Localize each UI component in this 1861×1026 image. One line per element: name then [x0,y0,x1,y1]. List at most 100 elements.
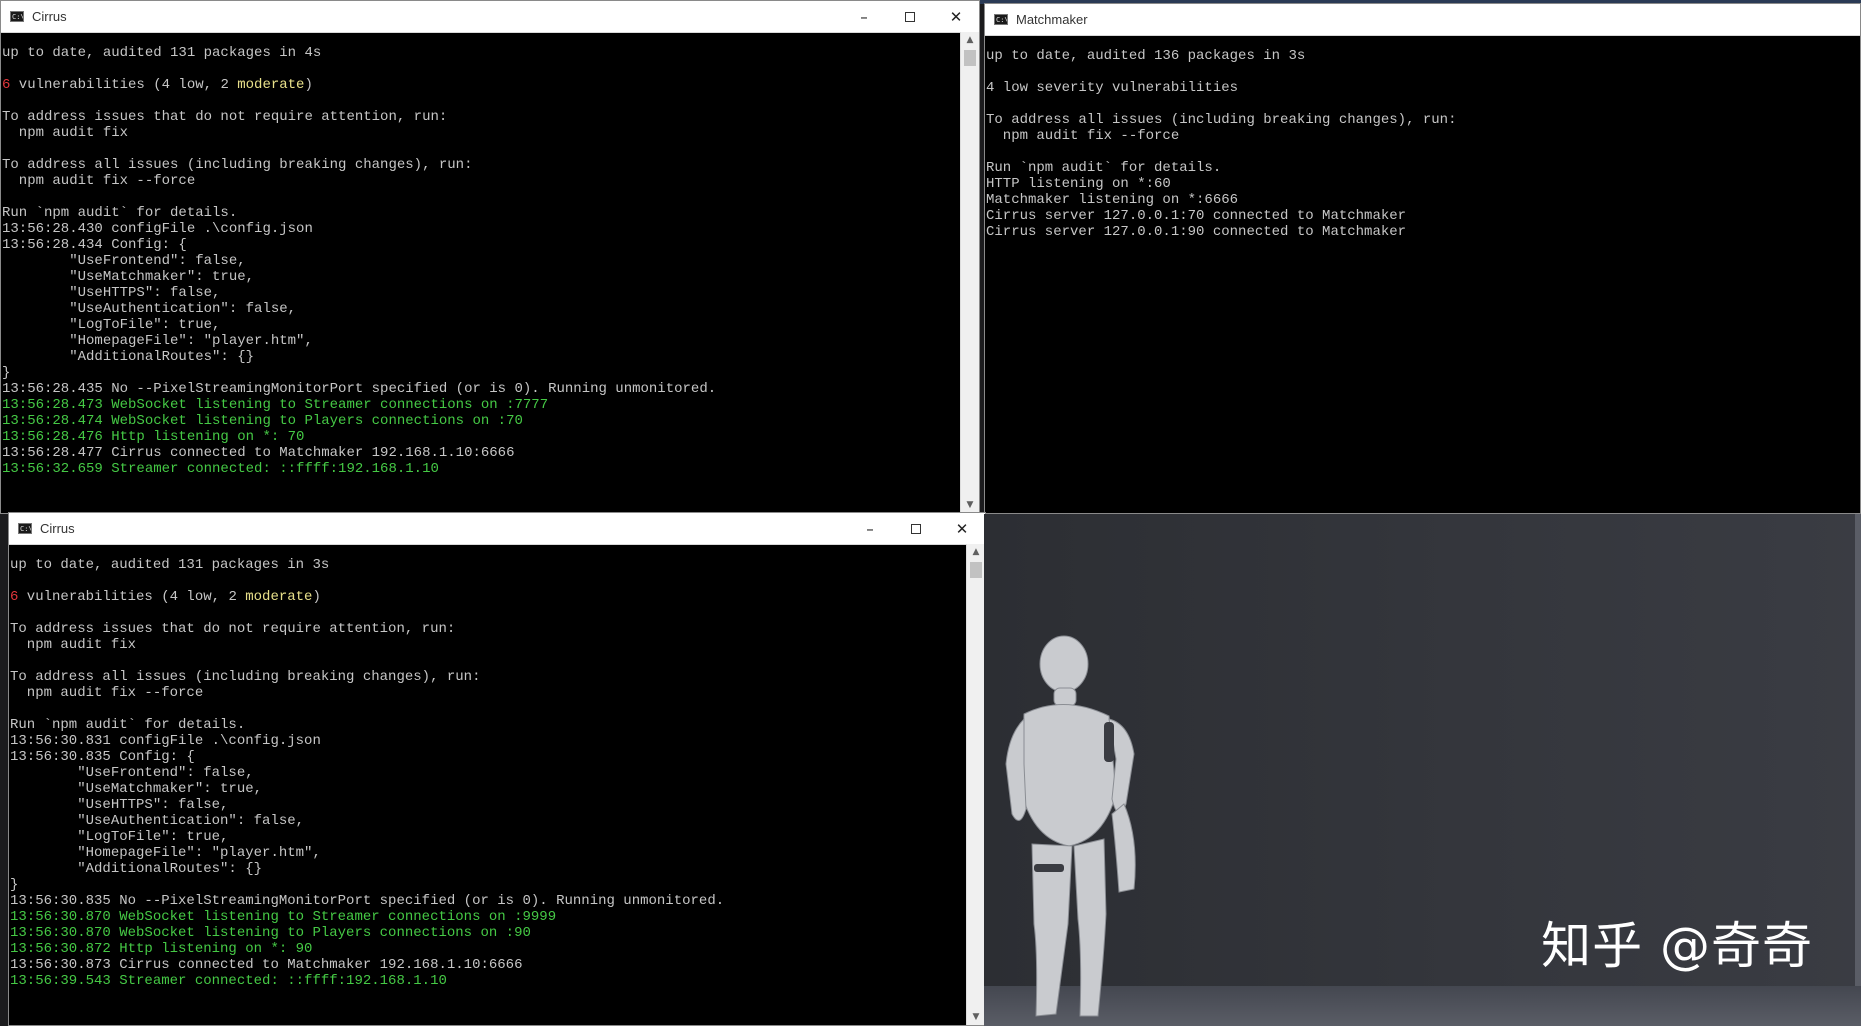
console-line: HTTP listening on *:60 [986,176,1171,192]
console-line: 13:56:30.872 Http listening on *: 90 [10,941,313,957]
minimize-button[interactable]: – [841,1,887,32]
console-line: "AdditionalRoutes": {} [2,349,255,365]
console-line: 13:56:30.870 WebSocket listening to Stre… [10,909,557,925]
console-line: 13:56:39.543 Streamer connected: ::ffff:… [10,973,447,989]
console-line: Cirrus server 127.0.0.1:90 connected to … [986,224,1407,240]
console-text-segment: moderate [245,589,313,605]
console-line: 13:56:30.831 configFile .\config.json [10,733,321,749]
close-button[interactable]: ✕ [933,1,979,32]
cmd-icon: C:\ [18,523,32,534]
console-line: Run `npm audit` for details. [10,717,246,733]
matchmaker-window[interactable]: C:\ Matchmaker up to date, audited 136 p… [984,3,1861,514]
console-line: 13:56:32.659 Streamer connected: ::ffff:… [2,461,439,477]
close-button[interactable]: ✕ [939,513,985,544]
console-output[interactable]: up to date, audited 131 packages in 4s 6 … [1,32,961,513]
console-output[interactable]: up to date, audited 131 packages in 3s 6 … [9,544,967,1025]
console-line: 4 low severity vulnerabilities [986,80,1239,96]
vertical-scrollbar[interactable]: ▲ ▼ [960,32,979,513]
console-line: } [2,365,11,381]
cirrus-window-top[interactable]: C:\ Cirrus – ✕ up to date, audited 131 p… [0,0,980,514]
console-output[interactable]: up to date, audited 136 packages in 3s 4 … [985,35,1860,513]
console-line: To address all issues (including breakin… [10,669,481,685]
console-text-segment: ) [304,77,313,93]
console-line: 13:56:28.477 Cirrus connected to Matchma… [2,445,515,461]
console-line: To address all issues (including breakin… [2,157,473,173]
console-line: 13:56:30.873 Cirrus connected to Matchma… [10,957,523,973]
console-text-segment: ) [312,589,321,605]
console-line: "LogToFile": true, [10,829,229,845]
console-line: "UseMatchmaker": true, [10,781,263,797]
console-line: 13:56:28.430 configFile .\config.json [2,221,313,237]
console-line: To address issues that do not require at… [10,621,456,637]
console-line: 13:56:30.870 WebSocket listening to Play… [10,925,531,941]
console-line: To address all issues (including breakin… [986,112,1457,128]
console-line: 13:56:30.835 Config: { [10,749,195,765]
console-line: "UseAuthentication": false, [2,301,297,317]
console-line: "UseHTTPS": false, [10,797,229,813]
mannequin-character [1005,635,1136,1017]
window-title: Cirrus [32,9,67,24]
wall-edge [1855,514,1861,1026]
minimize-button[interactable]: – [847,513,893,544]
console-line: Run `npm audit` for details. [986,160,1222,176]
console-line: 13:56:28.476 Http listening on *: 70 [2,429,305,445]
cmd-icon: C:\ [10,11,24,22]
console-line: Cirrus server 127.0.0.1:70 connected to … [986,208,1407,224]
console-line: npm audit fix --force [10,685,204,701]
game-viewport[interactable]: 知乎 @奇奇 [984,514,1861,1026]
vertical-scrollbar[interactable]: ▲ ▼ [966,544,985,1025]
console-line: "UseFrontend": false, [10,765,254,781]
console-line: "LogToFile": true, [2,317,221,333]
scroll-up-icon[interactable]: ▲ [961,32,979,48]
console-line: npm audit fix --force [986,128,1180,144]
scroll-up-icon[interactable]: ▲ [967,544,985,560]
console-text-segment: moderate [237,77,305,93]
console-line: To address issues that do not require at… [2,109,448,125]
watermark-text: 知乎 @奇奇 [1541,917,1813,975]
titlebar[interactable]: C:\ Matchmaker [985,4,1860,36]
console-line: "HomepageFile": "player.htm", [2,333,313,349]
console-line: up to date, audited 131 packages in 4s [2,45,322,61]
console-line: npm audit fix [10,637,137,653]
minimize-icon: – [866,519,874,538]
console-line: 6 vulnerabilities (4 low, 2 moderate) [10,589,967,605]
close-icon: ✕ [949,7,963,26]
console-text-segment: vulnerabilities (4 low, 2 [10,77,238,93]
maximize-button[interactable] [893,513,939,544]
console-line: 13:56:30.835 No --PixelStreamingMonitorP… [10,893,725,909]
console-line: Run `npm audit` for details. [2,205,238,221]
console-text-segment: vulnerabilities (4 low, 2 [18,589,246,605]
maximize-icon [911,523,921,534]
console-line: } [10,877,19,893]
scroll-thumb[interactable] [970,562,982,578]
console-line: 13:56:28.435 No --PixelStreamingMonitorP… [2,381,717,397]
window-title: Cirrus [40,521,75,536]
console-line: up to date, audited 136 packages in 3s [986,48,1306,64]
console-line: 13:56:28.473 WebSocket listening to Stre… [2,397,549,413]
maximize-button[interactable] [887,1,933,32]
cirrus-window-bottom[interactable]: C:\ Cirrus – ✕ up to date, audited 131 p… [8,512,986,1026]
console-line: up to date, audited 131 packages in 3s [10,557,330,573]
scroll-thumb[interactable] [964,50,976,66]
close-icon: ✕ [955,519,969,538]
scroll-down-icon[interactable]: ▼ [961,497,979,513]
console-line: "UseAuthentication": false, [10,813,305,829]
console-line: 6 vulnerabilities (4 low, 2 moderate) [2,77,961,93]
console-line: npm audit fix --force [2,173,196,189]
console-line: "UseFrontend": false, [2,253,246,269]
console-line: Matchmaker listening on *:6666 [986,192,1239,208]
maximize-icon [905,11,915,22]
titlebar[interactable]: C:\ Cirrus – ✕ [1,1,979,33]
minimize-icon: – [860,7,868,26]
window-title: Matchmaker [1016,12,1088,27]
scroll-down-icon[interactable]: ▼ [967,1009,985,1025]
titlebar[interactable]: C:\ Cirrus – ✕ [9,513,985,545]
